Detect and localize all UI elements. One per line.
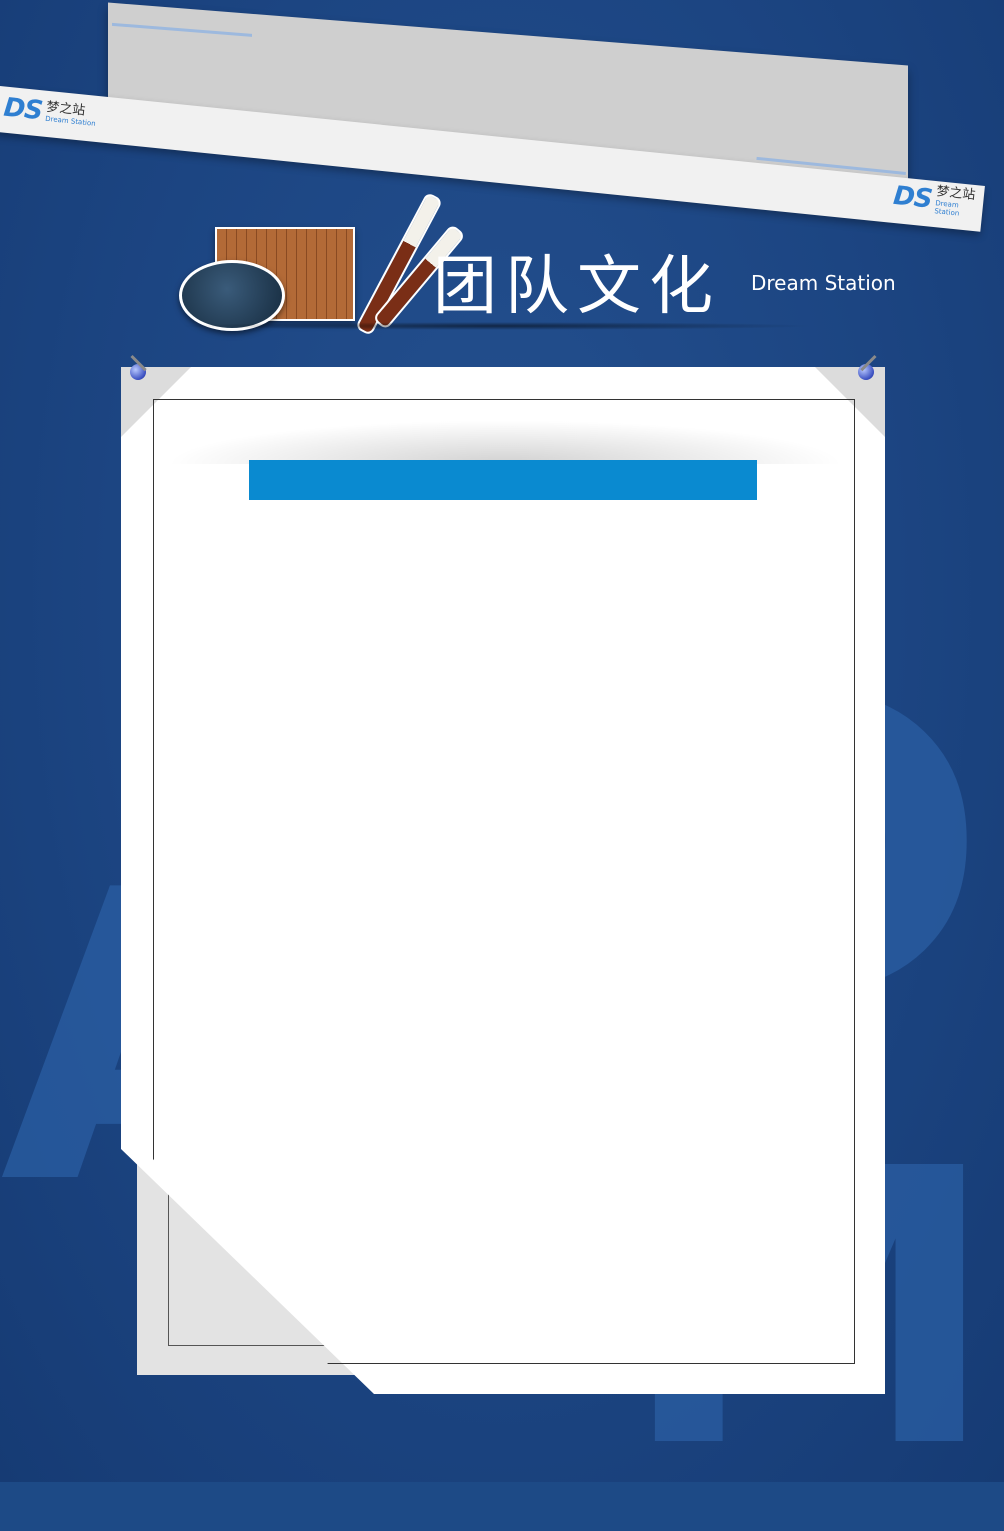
heading-bar [249,460,757,500]
content-frame [153,399,855,1364]
ink-stone-icon [179,260,285,331]
logo-mark: DS [891,181,934,215]
ribbon-logo-left: DS 梦之站 Dream Station [2,93,98,132]
push-pin-icon [854,352,886,386]
header-shadow [165,420,845,464]
title-english: Dream Station [751,271,896,295]
page-title: 团队文化 Dream Station [433,250,896,324]
logo-english: Dream Station [934,199,960,218]
push-pin-icon [118,352,150,386]
ink-illustration [175,185,466,337]
logo-mark: DS [2,92,44,127]
title-chinese: 团队文化 [433,250,721,324]
ribbon-logo-right: DS 梦之站 Dream Station [892,181,985,220]
